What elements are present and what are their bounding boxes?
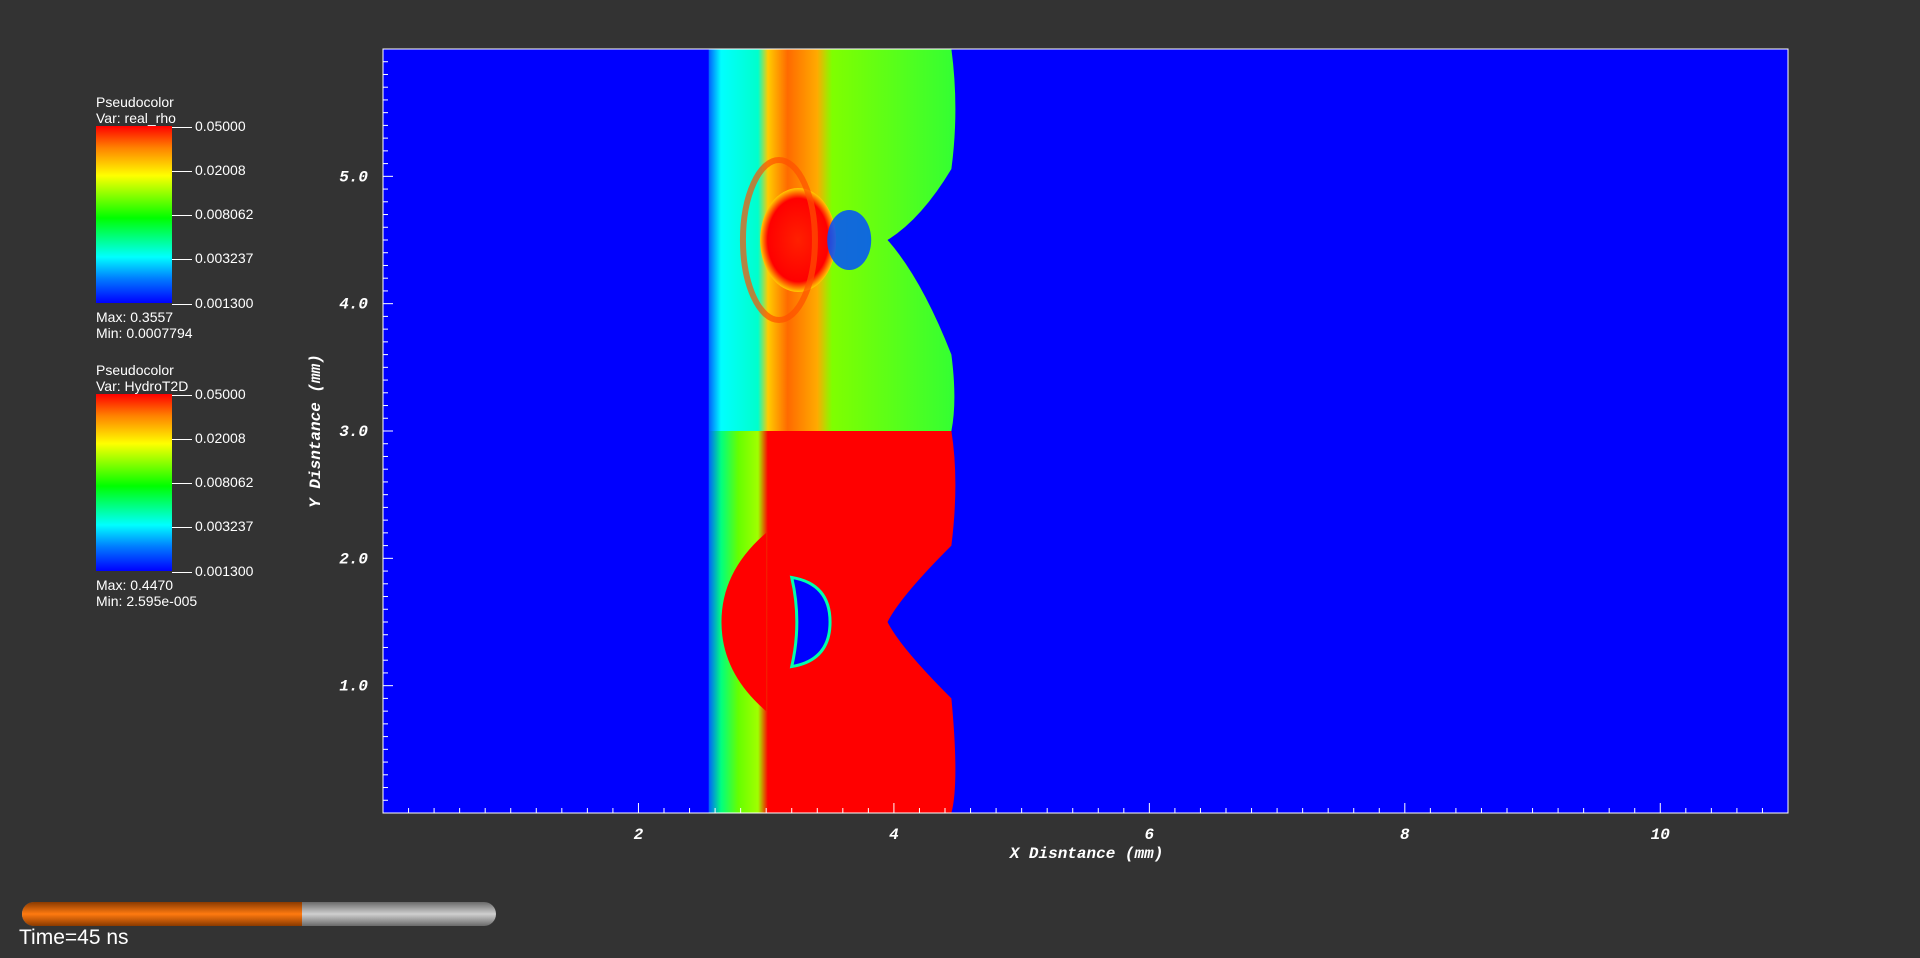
heatmap-plot: 2 4 6 8 10 1.0 2.0 3.0 4.0 5.0 X Disntance (mm) Y D… (307, 48, 1789, 863)
time-label: Time=45 ns (19, 926, 129, 949)
x-tick-label: 8 (1400, 826, 1410, 844)
x-tick-label: 10 (1651, 826, 1671, 844)
y-tick-label: 3.0 (339, 423, 368, 441)
y-tick-label: 2.0 (339, 550, 368, 568)
y-axis-title: Y Disntance (mm) (307, 354, 325, 508)
x-tick-label: 2 (634, 826, 644, 844)
time-progress-fill (22, 902, 302, 926)
x-axis-title: X Disntance (mm) (1009, 845, 1164, 863)
y-tick-label: 5.0 (339, 168, 368, 186)
plot-background (383, 49, 1788, 813)
wake-upper (827, 210, 872, 270)
bubble-upper (760, 188, 837, 292)
y-tick-label: 4.0 (339, 296, 368, 314)
y-tick-label: 1.0 (339, 678, 368, 696)
time-progress-bar (22, 902, 496, 926)
x-tick-label: 6 (1145, 826, 1155, 844)
x-tick-label: 4 (889, 826, 899, 844)
